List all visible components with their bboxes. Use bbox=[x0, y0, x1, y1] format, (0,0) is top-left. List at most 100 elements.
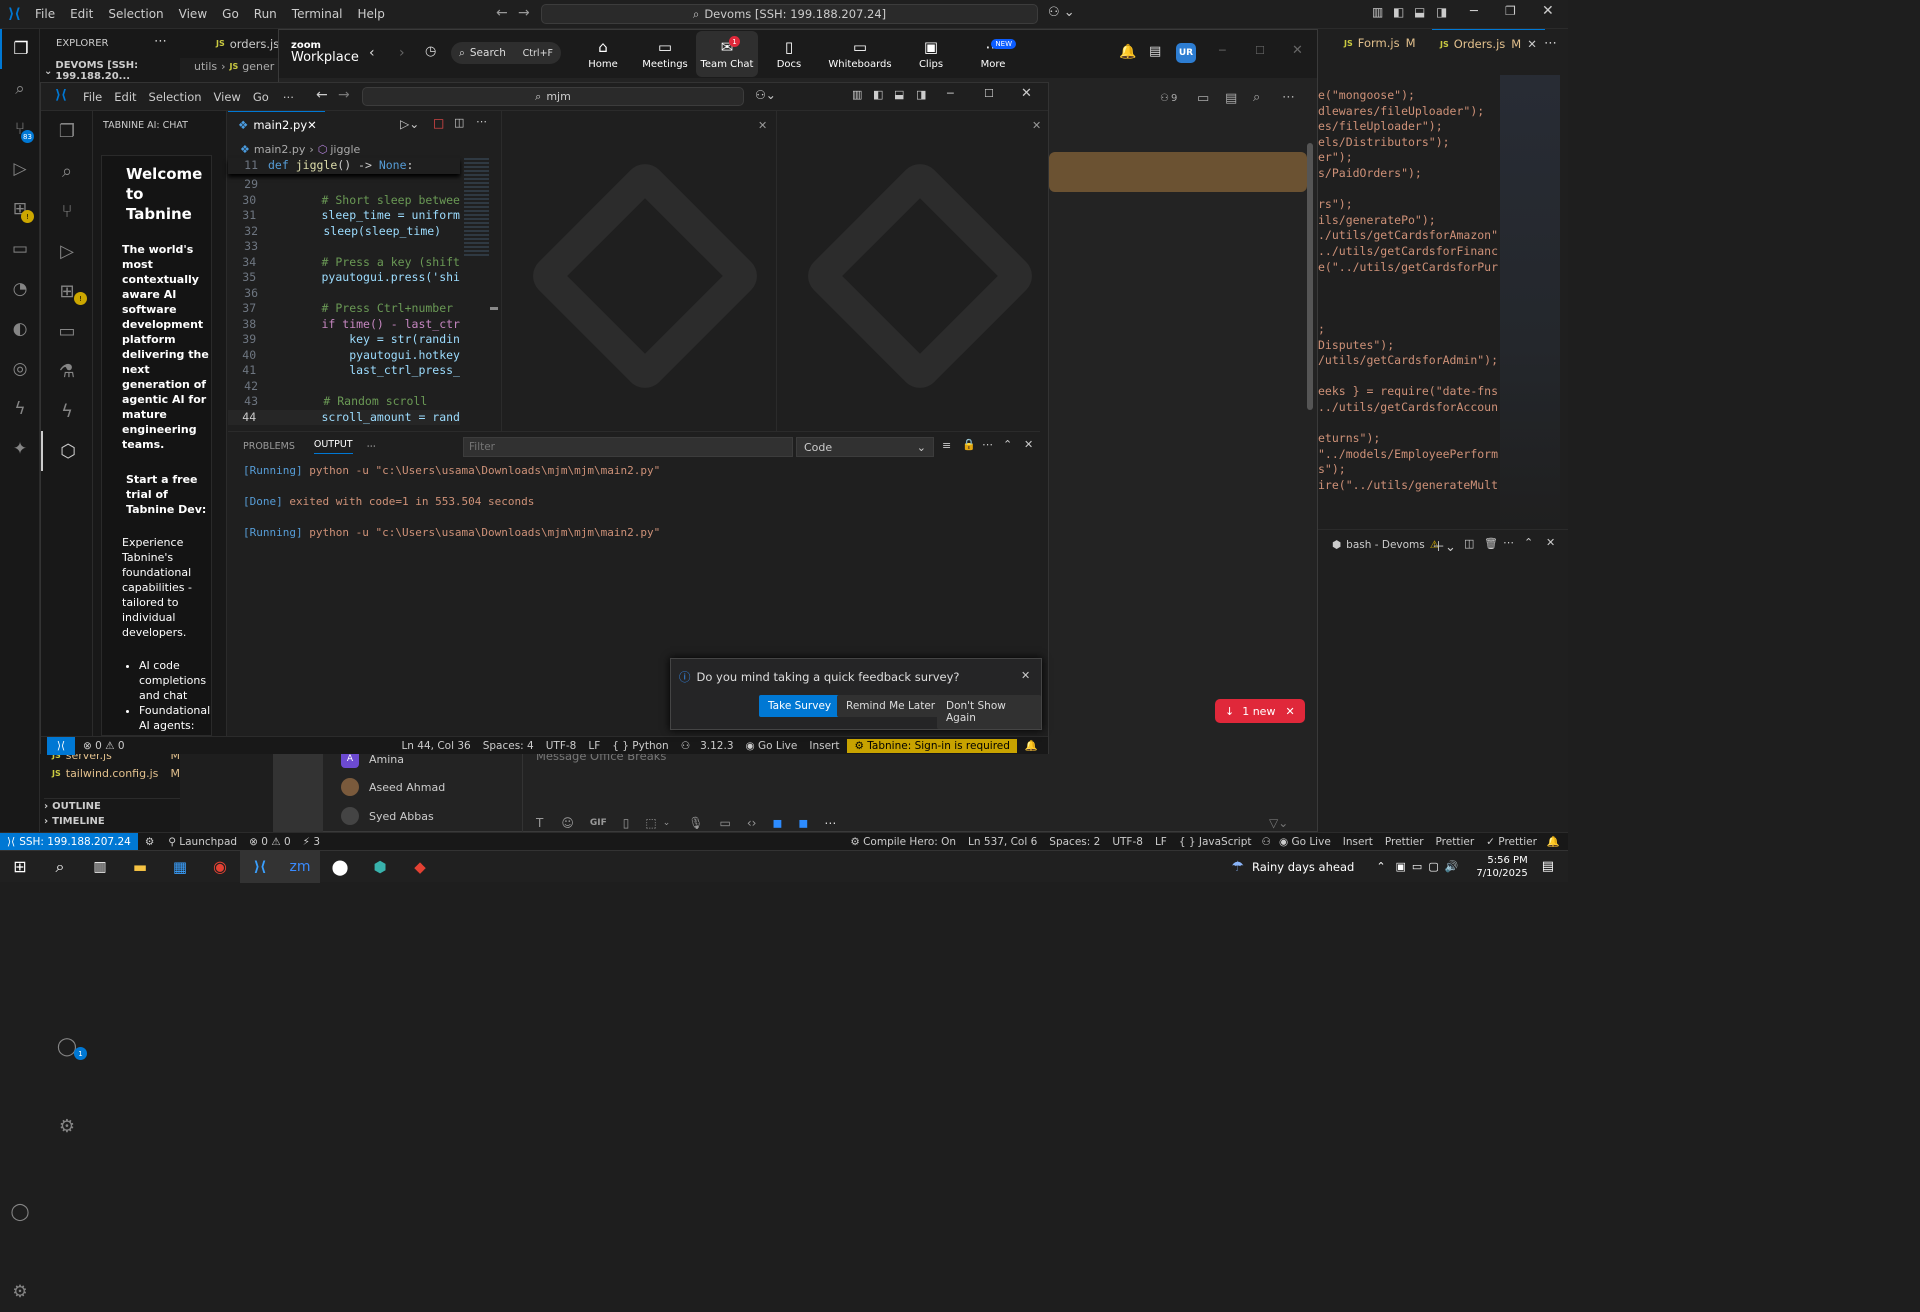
menu-file[interactable]: File bbox=[35, 7, 55, 21]
run-debug-icon[interactable]: ▷ bbox=[41, 231, 93, 271]
status-eol[interactable]: LF bbox=[588, 740, 600, 752]
nav-meetings[interactable]: ▭ Meetings bbox=[634, 31, 696, 77]
contact-item[interactable]: Aseed Ahmad bbox=[341, 778, 445, 796]
status-spaces[interactable]: Spaces: 4 bbox=[483, 740, 534, 752]
more-actions-icon[interactable]: ⋯ bbox=[982, 438, 993, 451]
breadcrumb-item[interactable]: main2.py bbox=[254, 143, 305, 156]
history-icon[interactable]: ◷ bbox=[425, 44, 436, 59]
breadcrumb-item[interactable]: utils bbox=[194, 60, 217, 73]
back-arrow-icon[interactable]: ‹ bbox=[369, 45, 375, 61]
menu-go[interactable]: Go bbox=[253, 90, 269, 104]
maximize-panel-icon[interactable]: ⌃ bbox=[1003, 438, 1012, 451]
menu-view[interactable]: View bbox=[179, 7, 207, 21]
tab-form-js[interactable]: JS Form.js M bbox=[1344, 36, 1416, 50]
windows-start-icon[interactable]: ⊞ bbox=[0, 857, 40, 876]
status-language[interactable]: { } JavaScript bbox=[1179, 836, 1252, 848]
tab-main2-py[interactable]: ❖ main2.py ✕ bbox=[228, 111, 325, 138]
run-debug-icon[interactable]: ▷ bbox=[0, 149, 40, 189]
close-window-icon[interactable]: ✕ bbox=[1021, 86, 1032, 101]
inner-command-center[interactable]: ⌕ mjm bbox=[362, 87, 744, 106]
file-item-tailwind[interactable]: JS tailwind.config.js M bbox=[52, 767, 180, 780]
tab-problems[interactable]: PROBLEMS bbox=[243, 441, 295, 452]
stop-icon[interactable]: □ bbox=[433, 116, 444, 130]
video-call-icon[interactable]: ▭ bbox=[1197, 91, 1209, 106]
search-icon[interactable]: ⌕ bbox=[41, 151, 93, 191]
status-spaces[interactable]: Spaces: 2 bbox=[1049, 836, 1100, 848]
pinned-message-bar[interactable] bbox=[1049, 152, 1307, 192]
source-control-icon[interactable]: ⑂ bbox=[41, 191, 93, 231]
run-python-icon[interactable]: ▷⌄ bbox=[400, 117, 419, 131]
close-window-icon[interactable]: ✕ bbox=[1542, 3, 1554, 19]
app-icon[interactable]: ◼ bbox=[798, 816, 808, 830]
close-window-icon[interactable]: ✕ bbox=[1292, 43, 1303, 58]
search-icon[interactable]: ⌕ bbox=[40, 857, 80, 877]
take-survey-button[interactable]: Take Survey bbox=[759, 695, 841, 717]
explorer-icon[interactable]: ❐ bbox=[41, 111, 93, 151]
nav-team-chat[interactable]: ✉ Team Chat 1 bbox=[696, 31, 758, 77]
code-snippet-icon[interactable]: ‹› bbox=[747, 816, 757, 830]
minimap[interactable] bbox=[1500, 75, 1560, 530]
close-panel-icon[interactable]: ✕ bbox=[1024, 438, 1033, 451]
calendar-icon[interactable]: ▤ bbox=[1225, 91, 1237, 106]
nav-home[interactable]: ⌂ Home bbox=[572, 31, 634, 77]
status-prettier[interactable]: ✓ Prettier bbox=[1486, 836, 1537, 848]
close-group-icon[interactable]: ✕ bbox=[758, 119, 767, 132]
settings-gear-icon[interactable]: ⚙ bbox=[41, 1106, 93, 1146]
copilot-icon[interactable]: ⚇ ⌄ bbox=[1048, 5, 1075, 20]
emoji-icon[interactable]: ☺ bbox=[561, 816, 574, 830]
screenshot-icon[interactable]: ⬚ bbox=[645, 816, 656, 830]
status-insert[interactable]: Insert bbox=[1343, 836, 1373, 848]
more-actions-icon[interactable]: ⋯ bbox=[824, 816, 836, 830]
status-insert[interactable]: Insert bbox=[809, 740, 839, 752]
clear-output-icon[interactable]: ≡ bbox=[942, 439, 951, 452]
nav-clips[interactable]: ▣ Clips bbox=[900, 31, 962, 77]
restore-icon[interactable]: ❐ bbox=[1505, 4, 1516, 18]
status-eol[interactable]: LF bbox=[1155, 836, 1167, 848]
nav-docs[interactable]: ▯ Docs bbox=[758, 31, 820, 77]
text-format-icon[interactable]: T bbox=[536, 816, 543, 830]
zoom-taskbar-icon[interactable]: zm bbox=[280, 850, 320, 883]
settings-gear-icon[interactable]: ⚙ bbox=[0, 1272, 40, 1312]
testing-icon[interactable]: ⚗ bbox=[41, 351, 93, 391]
notification-center-icon[interactable]: ▤ bbox=[1542, 859, 1554, 874]
more-actions-icon[interactable]: ⋯ bbox=[1282, 90, 1295, 105]
status-prettier[interactable]: Prettier bbox=[1436, 836, 1475, 848]
notifications-bell-icon[interactable]: 🔔 bbox=[1119, 44, 1136, 60]
more-tabs-icon[interactable]: ⋯ bbox=[367, 441, 377, 452]
status-problems[interactable]: ⊗ 0 ⚠ 0 bbox=[83, 740, 125, 752]
toggle-panel-icon[interactable]: ⬓ bbox=[894, 88, 904, 101]
clock[interactable]: 5:56 PM 7/10/2025 bbox=[1476, 854, 1527, 880]
toggle-sidebar-icon[interactable]: ◧ bbox=[873, 88, 883, 101]
menu-edit[interactable]: Edit bbox=[114, 90, 136, 104]
close-panel-icon[interactable]: ✕ bbox=[1546, 536, 1555, 549]
status-golive[interactable]: ◉ Go Live bbox=[1279, 836, 1331, 848]
status-position[interactable]: Ln 44, Col 36 bbox=[401, 740, 470, 752]
notifications-bell-icon[interactable]: 🔔 bbox=[1547, 835, 1560, 848]
back-arrow-icon[interactable]: ← bbox=[496, 5, 508, 21]
minimize-icon[interactable]: ─ bbox=[1219, 44, 1226, 57]
menu-edit[interactable]: Edit bbox=[70, 7, 93, 21]
layout-icon[interactable]: ▥ bbox=[1372, 5, 1383, 19]
app-icon[interactable]: ◼ bbox=[772, 816, 782, 830]
extensions-icon[interactable]: ⊞! bbox=[41, 271, 93, 311]
close-icon[interactable]: ✕ bbox=[1285, 705, 1294, 718]
sticky-scroll-line[interactable]: 11 def jiggle() -> None: bbox=[228, 158, 460, 174]
menu-selection[interactable]: Selection bbox=[108, 7, 163, 21]
app-icon[interactable]: ⬤ bbox=[320, 858, 360, 876]
status-launchpad[interactable]: ⚲ Launchpad bbox=[168, 836, 237, 848]
live-share-icon[interactable]: ◐ bbox=[0, 309, 40, 349]
gif-icon[interactable]: GIF bbox=[590, 818, 607, 828]
tab-orders-js[interactable]: JS orders.js bbox=[216, 29, 279, 58]
maximize-icon[interactable]: ☐ bbox=[984, 87, 994, 100]
search-icon[interactable]: ⌕ bbox=[1253, 90, 1260, 105]
more-actions-icon[interactable]: ⋯ bbox=[1544, 36, 1557, 51]
editor-scrollbar[interactable] bbox=[490, 307, 498, 310]
lightning-icon[interactable]: ϟ bbox=[41, 391, 93, 431]
toggle-secondary-sidebar-icon[interactable]: ◨ bbox=[1436, 5, 1447, 19]
python-icon[interactable]: ✦ bbox=[0, 429, 40, 469]
lightning-icon[interactable]: ϟ bbox=[0, 389, 40, 429]
source-control-icon[interactable]: ⑂ 83 bbox=[0, 109, 40, 149]
menu-file[interactable]: File bbox=[83, 90, 102, 104]
app-icon[interactable]: ⬢ bbox=[360, 858, 400, 876]
tab-orders-js-active[interactable]: JS Orders.js M ✕ bbox=[1432, 29, 1545, 58]
